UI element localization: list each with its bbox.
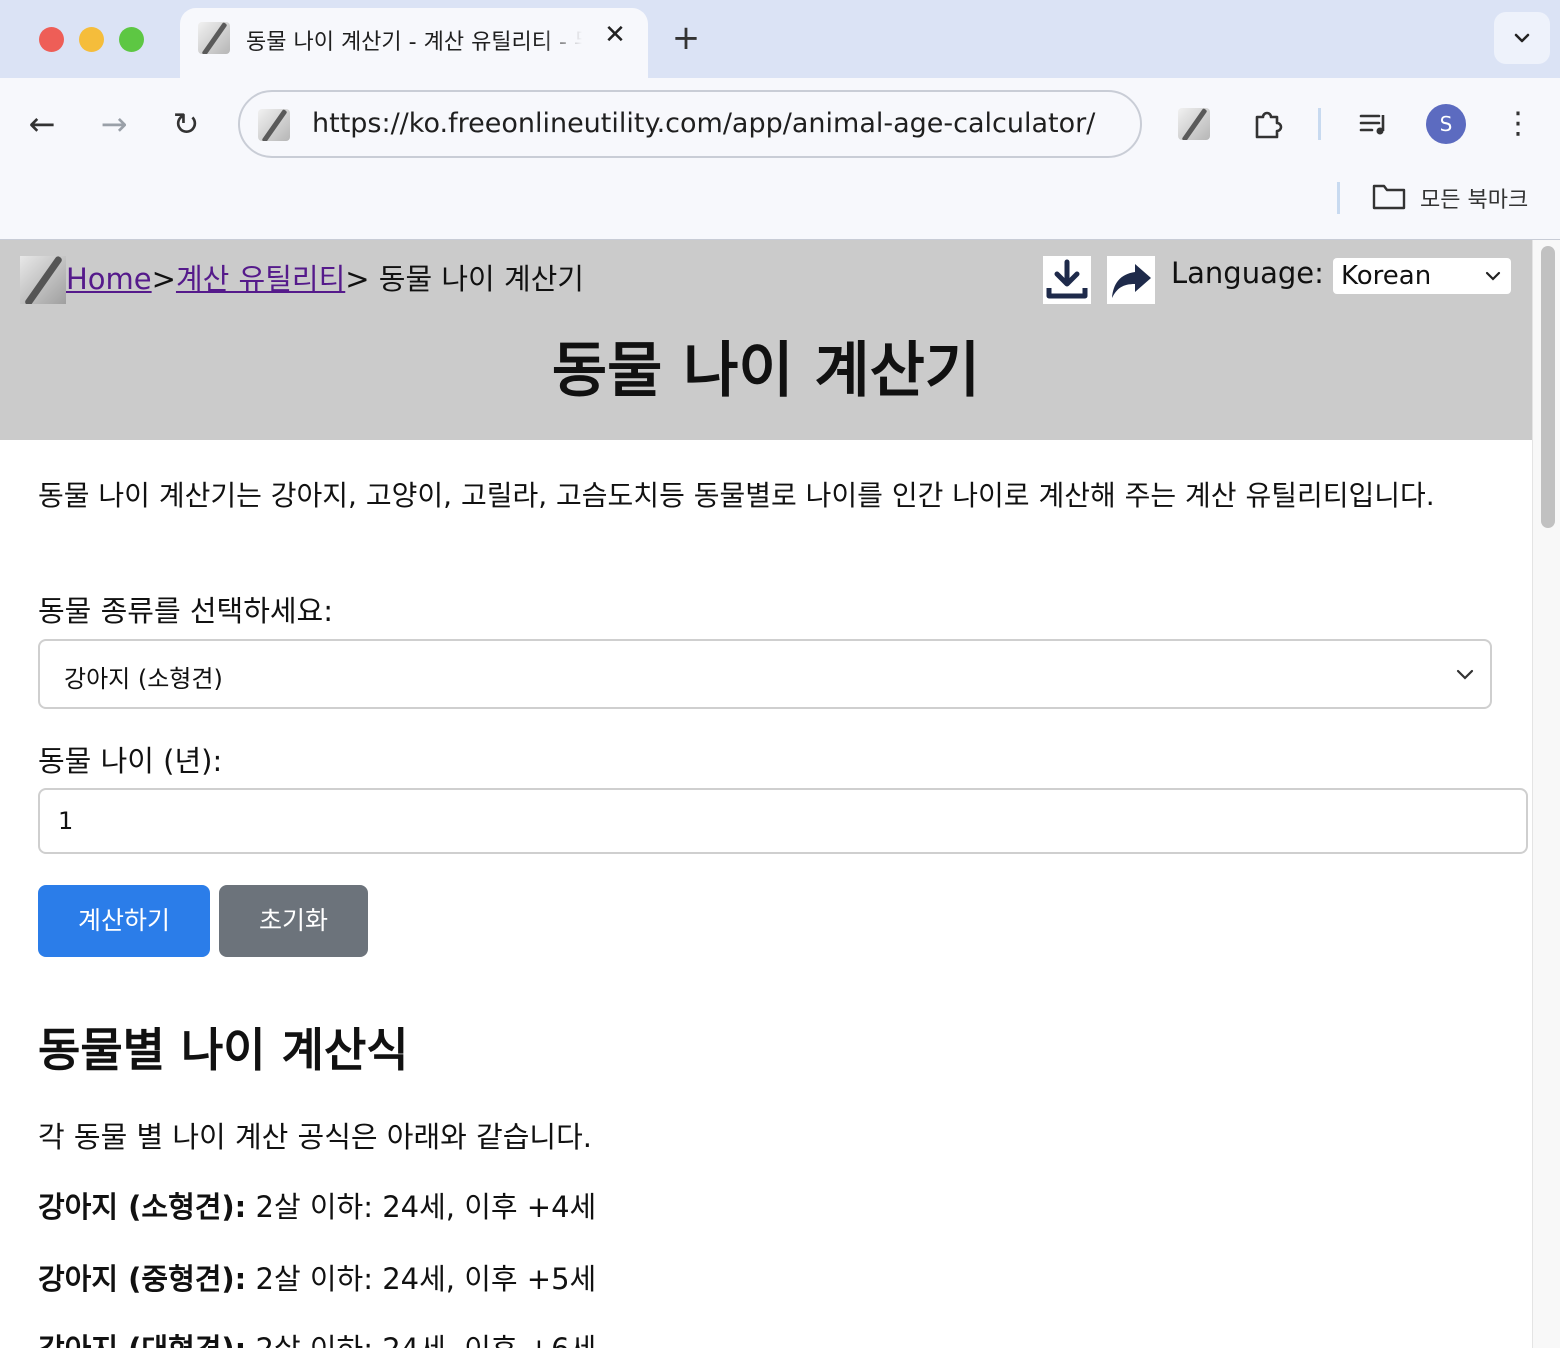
back-button[interactable]: ← [22,104,62,144]
share-arrow-icon [1112,264,1151,298]
breadcrumb-separator: > [151,262,176,296]
page-title: 동물 나이 계산기 [551,336,981,406]
reset-button[interactable]: 초기화 [219,885,368,957]
url-text[interactable]: https://ko.freeonlineutility.com/app/ani… [312,108,1095,139]
animal-type-select[interactable]: 강아지 (소형견) [38,639,1492,709]
tab-title: 동물 나이 계산기 - 계산 유틸리티 - 무료 온라인 유틸리티 [246,30,582,55]
breadcrumb-current: > 동물 나이 계산기 [345,262,584,296]
calculate-button[interactable]: 계산하기 [38,885,210,957]
forward-button[interactable]: → [94,104,134,144]
formula-item: 강아지 (소형견): 2살 이하: 24세, 이후 +4세 [38,1184,596,1226]
window-maximize-button[interactable] [119,27,144,52]
site-header: Home>계산 유틸리티> 동물 나이 계산기 Language: Korean… [0,240,1532,440]
animal-age-label: 동물 나이 (년): [38,744,223,778]
folder-icon [1372,184,1406,210]
chevron-down-icon [1514,33,1530,43]
media-control-icon[interactable] [1352,102,1396,146]
download-icon [1046,259,1088,299]
download-button[interactable] [1043,256,1091,304]
formula-item: 강아지 (대형견): 2살 이하: 24세, 이후 +6세 [38,1326,596,1348]
tab-close-icon[interactable]: ✕ [600,20,630,50]
formula-item: 강아지 (중형견): 2살 이하: 24세, 이후 +5세 [38,1256,596,1298]
address-bar[interactable]: https://ko.freeonlineutility.com/app/ani… [238,90,1142,158]
page-viewport: Home>계산 유틸리티> 동물 나이 계산기 Language: Korean… [0,240,1560,1348]
breadcrumb: Home>계산 유틸리티> 동물 나이 계산기 [66,256,584,298]
browser-tab-active[interactable]: 동물 나이 계산기 - 계산 유틸리티 - 무료 온라인 유틸리티 ✕ [180,8,648,78]
bookmark-divider [1337,182,1340,214]
formula-animal-name: 강아지 (대형견): [38,1332,246,1348]
language-label: Language: [1171,256,1324,290]
share-button[interactable] [1107,256,1155,304]
language-select[interactable]: Korean [1333,258,1511,294]
formula-animal-name: 강아지 (소형견): [38,1190,247,1224]
formula-animal-name: 강아지 (중형견): [38,1262,247,1296]
formula-rule: 2살 이하: 24세, 이후 +5세 [246,1262,597,1296]
formulas-heading: 동물별 나이 계산식 [38,1023,409,1077]
breadcrumb-home-link[interactable]: Home [66,262,152,296]
animal-type-selected-value: 강아지 (소형견) [64,665,223,693]
extension-utility-icon[interactable] [1178,108,1210,140]
all-bookmarks-button[interactable]: 모든 북마크 [1420,182,1528,214]
site-favicon-icon [198,22,230,54]
browser-toolbar: ← → ↻ https://ko.freeonlineutility.com/a… [0,78,1560,240]
browser-tab-strip: 동물 나이 계산기 - 계산 유틸리티 - 무료 온라인 유틸리티 ✕ + [0,0,1560,78]
chevron-down-icon [1485,271,1501,281]
toolbar-divider [1318,108,1321,140]
new-tab-button[interactable]: + [668,20,704,56]
animal-age-input[interactable]: 1 [38,788,1528,854]
animal-age-value: 1 [58,807,74,835]
chevron-down-icon [1456,669,1474,680]
extensions-icon[interactable] [1246,102,1290,146]
breadcrumb-category-link[interactable]: 계산 유틸리티 [176,262,345,296]
profile-avatar[interactable]: S [1426,104,1466,144]
formula-rule: 2살 이하: 24세, 이후 +6세 [246,1332,597,1348]
intro-text: 동물 나이 계산기는 강아지, 고양이, 고릴라, 고슴도치등 동물별로 나이를… [38,479,1435,512]
animal-type-label: 동물 종류를 선택하세요: [38,594,334,628]
site-logo-icon[interactable] [20,256,66,304]
formulas-description: 각 동물 별 나이 계산 공식은 아래와 같습니다. [38,1120,592,1154]
tab-search-button[interactable] [1494,12,1550,64]
window-close-button[interactable] [39,27,64,52]
scrollbar-thumb[interactable] [1541,246,1555,528]
more-menu-icon[interactable]: ⋮ [1496,102,1540,146]
page-scrollbar[interactable] [1532,240,1560,1348]
site-info-icon[interactable] [258,109,290,141]
window-minimize-button[interactable] [79,27,104,52]
reload-button[interactable]: ↻ [166,104,206,144]
formula-rule: 2살 이하: 24세, 이후 +4세 [246,1190,597,1224]
language-selected-value: Korean [1341,261,1432,291]
